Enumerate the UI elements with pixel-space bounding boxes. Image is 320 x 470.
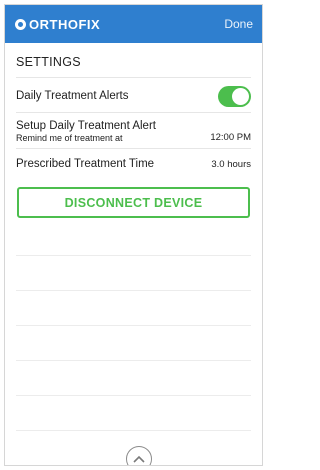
disconnect-device-button[interactable]: DISCONNECT DEVICE (17, 187, 250, 218)
alert-time-value[interactable]: 12:00 PM (210, 132, 251, 143)
logo-icon (15, 18, 26, 30)
setup-alert-row[interactable]: Setup Daily Treatment Alert Remind me of… (16, 117, 251, 143)
divider (16, 112, 251, 113)
empty-row-divider (16, 395, 251, 396)
empty-row-divider (16, 360, 251, 361)
setup-alert-subtitle: Remind me of treatment at (16, 133, 123, 143)
empty-row-divider (16, 325, 251, 326)
logo-text: ORTHOFIX (29, 16, 101, 32)
prescribed-time-label: Prescribed Treatment Time (16, 158, 155, 170)
app-screen: ORTHOFIX Done SETTINGS Daily Treatment A… (4, 4, 263, 466)
setup-alert-title: Setup Daily Treatment Alert (16, 120, 156, 132)
empty-row-divider (16, 290, 251, 291)
chevron-up-icon (133, 455, 145, 463)
toggle-knob (232, 87, 249, 105)
prescribed-time-row: Prescribed Treatment Time 3.0 hours (16, 155, 251, 173)
divider (16, 77, 251, 78)
prescribed-time-value: 3.0 hours (211, 158, 251, 170)
daily-alerts-label: Daily Treatment Alerts (16, 90, 129, 102)
divider (16, 148, 251, 149)
setup-alert-text: Setup Daily Treatment Alert Remind me of… (16, 120, 156, 143)
daily-alerts-row: Daily Treatment Alerts (16, 85, 251, 107)
page-title: SETTINGS (16, 55, 81, 69)
scroll-up-button[interactable] (126, 446, 152, 465)
daily-alerts-toggle[interactable] (218, 85, 251, 107)
empty-row-divider (16, 430, 251, 431)
top-bar: ORTHOFIX Done (5, 5, 262, 43)
empty-row-divider (16, 255, 251, 256)
done-button[interactable]: Done (224, 17, 253, 31)
app-logo: ORTHOFIX (15, 17, 100, 32)
